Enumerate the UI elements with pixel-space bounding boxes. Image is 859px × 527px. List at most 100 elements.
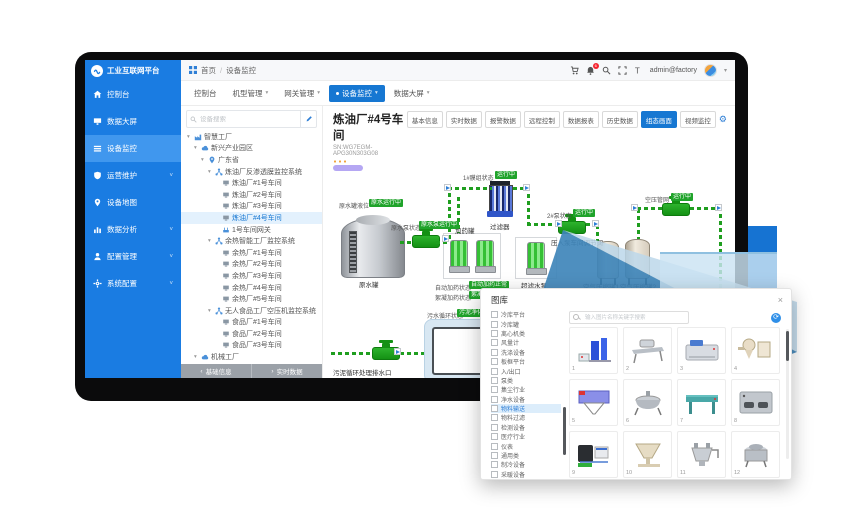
gallery-card-cyclone[interactable]: 4 — [731, 327, 780, 374]
gallery-category[interactable]: 制冷设备 — [491, 460, 561, 469]
tree-row[interactable]: 余热厂#2号车间 — [181, 259, 322, 271]
valve-icon[interactable] — [442, 235, 449, 242]
canvas-button-6[interactable]: 组态画面 — [641, 111, 677, 128]
tree-row[interactable]: 余热厂#3号车间 — [181, 270, 322, 282]
gallery-card-conveyor[interactable]: 2 — [623, 327, 672, 374]
gallery-card-blue-tank[interactable]: 1 — [569, 327, 618, 374]
tree-row[interactable]: 食品厂#1号车间 — [181, 317, 322, 329]
dosing-tank[interactable] — [476, 240, 494, 268]
gallery-category[interactable]: 集尘行业 — [491, 385, 561, 394]
gallery-category[interactable]: 物料输送 — [491, 404, 561, 413]
sidebar-item-7[interactable]: 系统配置˅ — [85, 270, 181, 297]
gallery-category[interactable]: 冷库罐 — [491, 319, 561, 328]
gallery-category[interactable]: 物料过滤 — [491, 413, 561, 422]
tree-search-input[interactable] — [197, 116, 300, 123]
tree-row[interactable]: 食品厂#3号车间 — [181, 340, 322, 352]
gallery-search-input[interactable] — [583, 314, 685, 322]
dosing-tank[interactable] — [450, 240, 468, 268]
air-compressor-tank-2[interactable] — [625, 239, 650, 279]
tab-1[interactable]: 机型管理▾ — [226, 85, 276, 102]
tree-row[interactable]: ▾智慧工厂 — [181, 131, 322, 143]
tree-row[interactable]: 余热厂#1号车间 — [181, 247, 322, 259]
tab-0[interactable]: 控制台 — [187, 85, 224, 102]
canvas-button-0[interactable]: 基本信息 — [407, 111, 443, 128]
breadcrumb-home[interactable]: 首页 — [201, 65, 216, 76]
valve-icon[interactable] — [394, 348, 401, 355]
gallery-category[interactable]: 净水设备 — [491, 395, 561, 404]
gallery-category[interactable]: 医疗行业 — [491, 432, 561, 441]
gallery-card-hopper-pipes[interactable]: 11 — [677, 431, 726, 478]
tree-row[interactable]: ▾余热智能工厂监控系统 — [181, 235, 322, 247]
font-size-icon[interactable]: T — [634, 66, 643, 75]
gallery-card-hvac[interactable]: 8 — [731, 379, 780, 426]
tab-3[interactable]: 设备监控▾ — [329, 85, 385, 102]
fullscreen-icon[interactable] — [618, 66, 627, 75]
gallery-category[interactable]: 风量计 — [491, 338, 561, 347]
search-icon[interactable] — [602, 66, 611, 75]
membrane-filter-unit[interactable] — [489, 181, 511, 219]
ultrafiltration-tank[interactable] — [527, 242, 545, 270]
gallery-card-funnel[interactable]: 10 — [623, 431, 672, 478]
sidebar-item-1[interactable]: 数据大屏 — [85, 108, 181, 135]
sidebar-item-3[interactable]: 运营维护˅ — [85, 162, 181, 189]
gallery-category[interactable]: 仪表 — [491, 441, 561, 450]
canvas-button-4[interactable]: 数据报表 — [563, 111, 599, 128]
user-label[interactable]: admin@factory — [650, 67, 697, 74]
valve-icon[interactable] — [523, 184, 530, 191]
gallery-grid-scrollbar[interactable] — [786, 329, 789, 459]
tree-row[interactable]: 炼油厂#4号车间 — [181, 212, 322, 224]
gallery-card-chiller[interactable]: 9 — [569, 431, 618, 478]
tree-row[interactable]: 余热厂#4号车间 — [181, 282, 322, 294]
tree-footer-realtime[interactable]: ›实时数据 — [252, 364, 322, 378]
valve-icon[interactable] — [715, 204, 722, 211]
sidebar-item-4[interactable]: 设备地图 — [85, 189, 181, 216]
gallery-refresh-button[interactable]: ⟳ — [771, 313, 781, 323]
air-line-pump[interactable] — [662, 203, 690, 216]
gallery-category[interactable]: 洗涤设备 — [491, 348, 561, 357]
gallery-category[interactable]: 通用类 — [491, 451, 561, 460]
gallery-card-table[interactable]: 7 — [677, 379, 726, 426]
user-menu-caret-icon[interactable]: ▾ — [724, 67, 727, 74]
valve-icon[interactable] — [592, 220, 599, 227]
avatar[interactable] — [704, 64, 717, 77]
sidebar-item-6[interactable]: 配置管理˅ — [85, 243, 181, 270]
gallery-card-kettle[interactable]: 6 — [623, 379, 672, 426]
sidebar-item-0[interactable]: 控制台 — [85, 81, 181, 108]
tree-row[interactable]: ▾机械工厂 — [181, 351, 322, 363]
tree-row[interactable]: 炼油厂#1号车间 — [181, 177, 322, 189]
canvas-button-5[interactable]: 历史数据 — [602, 111, 638, 128]
close-icon[interactable]: × — [778, 296, 783, 305]
tree-row[interactable]: ▾广东省 — [181, 154, 322, 166]
tree-row[interactable]: ▾炼油厂反渗透膜监控系统 — [181, 166, 322, 178]
tree-row[interactable]: 炼油厂#2号车间 — [181, 189, 322, 201]
gallery-category[interactable]: 检测设备 — [491, 423, 561, 432]
tab-4[interactable]: 数据大屏▾ — [387, 85, 437, 102]
tab-2[interactable]: 网关管理▾ — [277, 85, 327, 102]
valve-icon[interactable] — [555, 220, 562, 227]
tree-row[interactable]: ▾无人食品工厂空压机监控系统 — [181, 305, 322, 317]
sidebar-item-2[interactable]: 设备监控 — [85, 135, 181, 162]
tree-row[interactable]: 余热厂#5号车间 — [181, 293, 322, 305]
tree-row[interactable]: 炼油厂#3号车间 — [181, 201, 322, 213]
gallery-category[interactable]: 板框平台 — [491, 357, 561, 366]
bell-icon[interactable]: 6 — [586, 66, 595, 75]
sidebar-item-5[interactable]: 数据分析˅ — [85, 216, 181, 243]
tree-row[interactable]: 1号车间网关 — [181, 224, 322, 236]
gallery-category[interactable]: 冷库平台 — [491, 310, 561, 319]
tree-row[interactable]: ▾新兴产业园区 — [181, 143, 322, 155]
canvas-button-7[interactable]: 视频监控 — [680, 111, 716, 128]
canvas-button-1[interactable]: 实时数据 — [446, 111, 482, 128]
canvas-button-3[interactable]: 远程控制 — [524, 111, 560, 128]
canvas-button-2[interactable]: 报警数据 — [485, 111, 521, 128]
tree-edit-button[interactable] — [300, 111, 316, 127]
inlet-pump[interactable] — [558, 221, 586, 234]
gallery-card-hopper-blue[interactable]: 5 — [569, 379, 618, 426]
gallery-category[interactable]: 泵类 — [491, 376, 561, 385]
cart-icon[interactable] — [570, 66, 579, 75]
valve-icon[interactable] — [631, 204, 638, 211]
valve-icon[interactable] — [444, 184, 451, 191]
gallery-category[interactable]: 离心机类 — [491, 329, 561, 338]
tree-footer-basic-info[interactable]: ‹基础信息 — [181, 364, 251, 378]
gallery-category[interactable]: 采暖设备 — [491, 470, 561, 479]
gallery-card-box-machine[interactable]: 3 — [677, 327, 726, 374]
